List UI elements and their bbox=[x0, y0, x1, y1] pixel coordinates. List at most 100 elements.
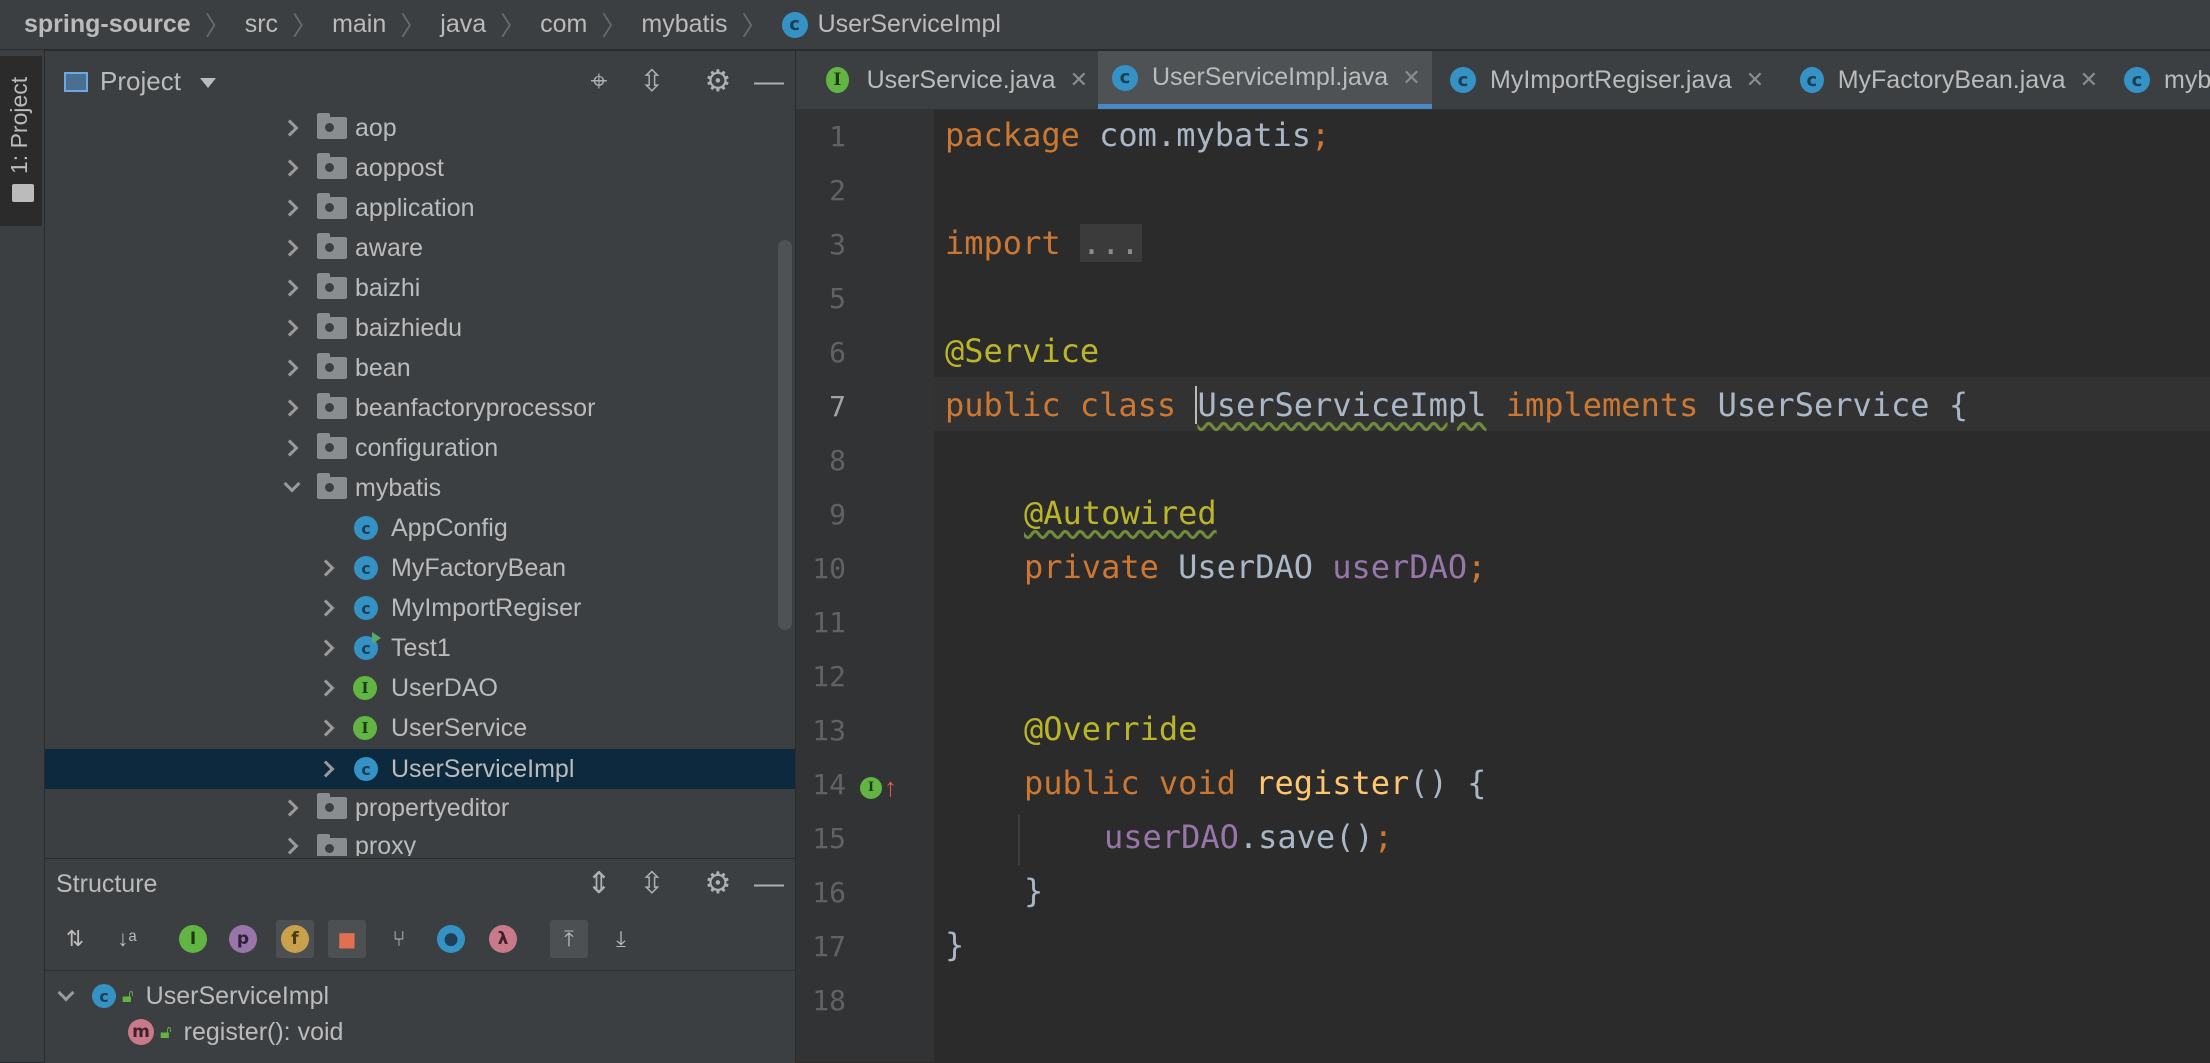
chevron-right-icon: 〉 bbox=[400, 11, 427, 41]
tree-item-configuration[interactable]: configuration bbox=[45, 428, 795, 468]
tab-myimportregiser[interactable]: c MyImportRegiser.java ✕ bbox=[1436, 51, 1776, 109]
tree-item-baizhi[interactable]: baizhi bbox=[45, 268, 795, 308]
collapse-arrow-icon[interactable] bbox=[57, 984, 75, 1002]
expand-arrow-icon[interactable] bbox=[317, 639, 335, 657]
collapse-arrow-icon[interactable] bbox=[283, 475, 301, 493]
tree-item-propertyeditor[interactable]: propertyeditor bbox=[45, 788, 795, 828]
autoscroll-from-source-icon[interactable]: ⤓ bbox=[602, 920, 640, 958]
project-view-selector[interactable]: Project bbox=[100, 66, 181, 97]
tree-label: Test1 bbox=[391, 633, 451, 662]
project-scrollbar[interactable] bbox=[778, 240, 792, 630]
show-lambdas-icon[interactable]: ⑂ bbox=[380, 920, 418, 958]
minimize-icon[interactable]: — bbox=[751, 866, 787, 902]
show-non-public-icon[interactable]: ■ bbox=[328, 920, 366, 958]
tree-item-userserviceimpl[interactable]: c UserServiceImpl bbox=[45, 749, 795, 789]
tab-myb[interactable]: c myb bbox=[2110, 51, 2210, 109]
tree-item-myimportregiser[interactable]: c MyImportRegiser bbox=[45, 588, 795, 628]
show-fields-icon[interactable]: f bbox=[276, 920, 314, 958]
close-icon[interactable]: ✕ bbox=[1746, 67, 1764, 93]
expand-arrow-icon[interactable] bbox=[317, 599, 335, 617]
tab-myfactorybean[interactable]: c MyFactoryBean.java ✕ bbox=[1786, 51, 2098, 109]
structure-item-method[interactable]: m 🔓︎ register(): void bbox=[128, 1014, 768, 1050]
close-icon[interactable]: ✕ bbox=[1070, 67, 1088, 93]
code-line-7: public class UserServiceImpl implements … bbox=[945, 386, 1969, 424]
expand-arrow-icon[interactable] bbox=[281, 837, 299, 855]
sort-alphabetically-icon[interactable]: ↓ᵃ bbox=[108, 920, 146, 958]
breadcrumb: spring-source 〉 src 〉 main 〉 java 〉 com … bbox=[0, 0, 2210, 50]
tree-item-appconfig[interactable]: c AppConfig bbox=[45, 508, 795, 548]
tree-label: MyImportRegiser bbox=[391, 593, 582, 622]
collapse-all-icon[interactable]: ⇳ bbox=[634, 866, 670, 902]
expand-arrow-icon[interactable] bbox=[281, 199, 299, 217]
expand-arrow-icon[interactable] bbox=[317, 679, 335, 697]
package-folder-icon bbox=[317, 473, 347, 499]
expand-arrow-icon[interactable] bbox=[317, 559, 335, 577]
expand-arrow-icon[interactable] bbox=[281, 279, 299, 297]
tree-item-userservice[interactable]: I UserService bbox=[45, 708, 795, 748]
minimize-icon[interactable]: — bbox=[751, 64, 787, 100]
expand-arrow-icon[interactable] bbox=[281, 239, 299, 257]
breadcrumb-com[interactable]: com bbox=[540, 10, 587, 39]
line-number: 11 bbox=[812, 606, 846, 639]
tree-item-aop[interactable]: aop bbox=[45, 108, 795, 148]
tab-userservice[interactable]: I UserService.java ✕ bbox=[808, 51, 1088, 109]
expand-arrow-icon[interactable] bbox=[281, 159, 299, 177]
tree-item-proxy[interactable]: proxy bbox=[45, 828, 795, 856]
breadcrumb-file[interactable]: UserServiceImpl bbox=[818, 10, 1001, 39]
gear-icon[interactable]: ⚙ bbox=[700, 866, 736, 902]
expand-arrow-icon[interactable] bbox=[317, 719, 335, 737]
gear-icon[interactable]: ⚙ bbox=[700, 64, 736, 100]
expand-all-icon[interactable]: ⇕ bbox=[581, 866, 617, 902]
tree-item-beanfactoryprocessor[interactable]: beanfactoryprocessor bbox=[45, 388, 795, 428]
tree-label: UserService bbox=[391, 713, 528, 742]
show-inherited-icon[interactable]: I bbox=[174, 920, 212, 958]
interface-icon: I bbox=[860, 776, 882, 799]
code-line-14: public void register() { bbox=[1024, 764, 1487, 802]
close-icon[interactable]: ✕ bbox=[1402, 65, 1420, 91]
expand-arrow-icon[interactable] bbox=[317, 760, 335, 778]
dropdown-caret-icon[interactable] bbox=[200, 78, 216, 88]
tree-label: configuration bbox=[355, 433, 499, 462]
tree-item-mybatis[interactable]: mybatis bbox=[45, 468, 795, 508]
package-folder-icon bbox=[317, 433, 347, 459]
expand-arrow-icon[interactable] bbox=[281, 119, 299, 137]
breadcrumb-project[interactable]: spring-source bbox=[24, 10, 191, 39]
breadcrumb-src[interactable]: src bbox=[245, 10, 278, 39]
tree-label: aware bbox=[355, 233, 424, 262]
collapse-all-icon[interactable]: ⇳ bbox=[634, 64, 670, 100]
tree-item-bean[interactable]: bean bbox=[45, 348, 795, 388]
tab-label: MyFactoryBean.java bbox=[1837, 65, 2066, 94]
expand-arrow-icon[interactable] bbox=[281, 359, 299, 377]
anonymous-classes-icon[interactable]: ● bbox=[432, 920, 470, 958]
close-icon[interactable]: ✕ bbox=[2080, 67, 2098, 93]
class-icon: c bbox=[1450, 67, 1476, 93]
show-properties-icon[interactable]: p bbox=[224, 920, 262, 958]
breadcrumb-java[interactable]: java bbox=[440, 10, 486, 39]
tree-item-myfactorybean[interactable]: c MyFactoryBean bbox=[45, 548, 795, 588]
folder-icon bbox=[12, 184, 34, 202]
locate-target-icon[interactable]: ⌖ bbox=[581, 64, 617, 100]
tree-item-test1[interactable]: c Test1 bbox=[45, 628, 795, 668]
tree-item-baizhiedu[interactable]: baizhiedu bbox=[45, 308, 795, 348]
class-icon: c bbox=[92, 984, 116, 1008]
expand-arrow-icon[interactable] bbox=[281, 799, 299, 817]
folded-imports[interactable]: ... bbox=[1079, 224, 1142, 262]
expand-arrow-icon[interactable] bbox=[281, 439, 299, 457]
breadcrumb-mybatis[interactable]: mybatis bbox=[641, 10, 727, 39]
sort-by-visibility-icon[interactable]: ⇅ bbox=[56, 920, 94, 958]
tree-item-userdao[interactable]: I UserDAO bbox=[45, 668, 795, 708]
structure-item-class[interactable]: c 🔓︎ UserServiceImpl bbox=[57, 978, 758, 1014]
tree-item-aware[interactable]: aware bbox=[45, 228, 795, 268]
tree-item-aoppost[interactable]: aoppost bbox=[45, 148, 795, 188]
implements-method-marker[interactable]: I ↑ bbox=[860, 772, 897, 803]
tree-item-application[interactable]: application bbox=[45, 188, 795, 228]
line-number: 12 bbox=[812, 660, 846, 693]
expand-arrow-icon[interactable] bbox=[281, 319, 299, 337]
lambda-icon[interactable]: λ bbox=[484, 920, 522, 958]
breadcrumb-main[interactable]: main bbox=[332, 10, 386, 39]
autoscroll-to-source-icon[interactable]: ⤒ bbox=[550, 920, 588, 958]
project-tool-label[interactable]: 1: Project bbox=[6, 64, 33, 174]
class-icon: c bbox=[354, 757, 378, 781]
tab-userserviceimpl[interactable]: c UserServiceImpl.java ✕ bbox=[1098, 51, 1432, 109]
expand-arrow-icon[interactable] bbox=[281, 399, 299, 417]
